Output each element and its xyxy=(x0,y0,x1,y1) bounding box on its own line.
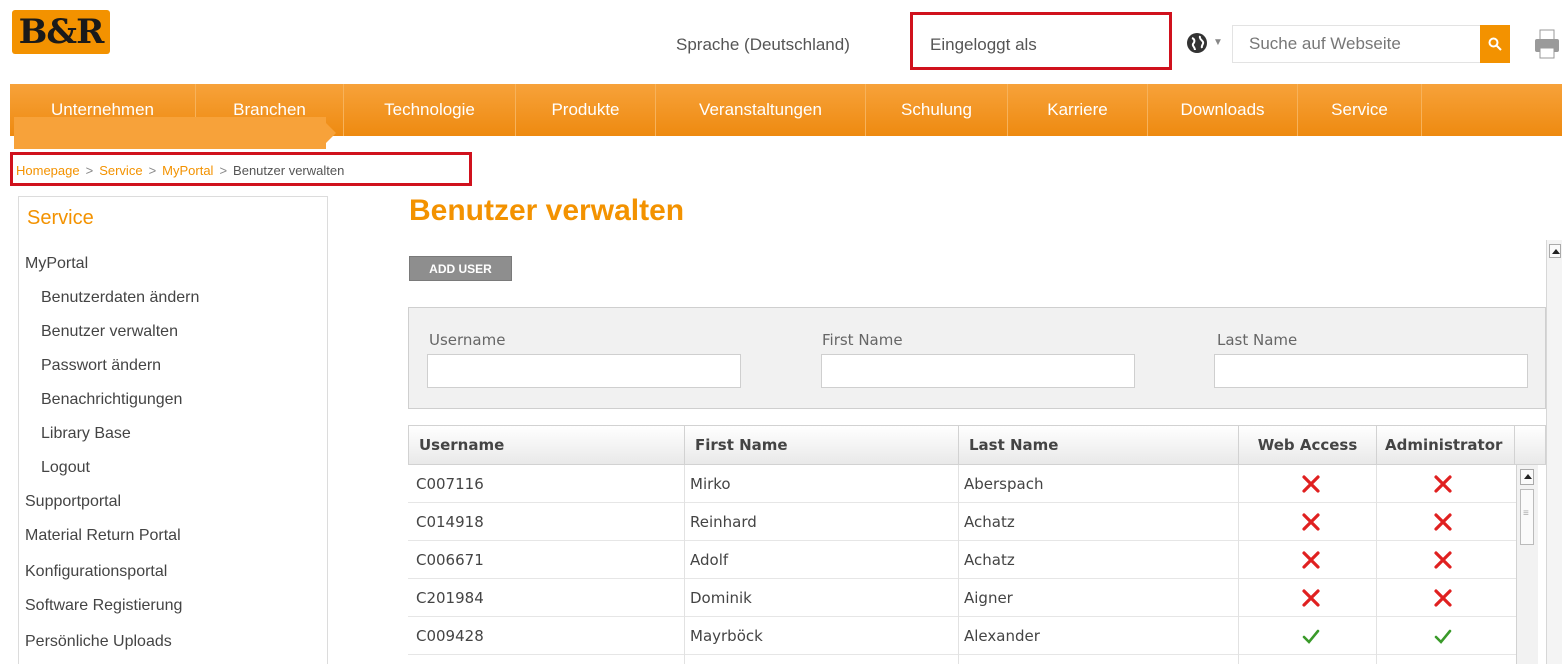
administrator-check-icon[interactable] xyxy=(1433,626,1453,646)
table-scroll-thumb[interactable] xyxy=(1520,489,1534,545)
breadcrumb-homepage[interactable]: Homepage xyxy=(16,163,80,178)
site-header: B&R Sprache (Deutschland) Eingeloggt als… xyxy=(0,0,1562,84)
nav-item-technologie[interactable]: Technologie xyxy=(344,84,516,136)
username-cell: C014918 xyxy=(416,513,484,531)
chevron-down-icon[interactable]: ▼ xyxy=(1213,37,1223,48)
first-name-cell: Mirko xyxy=(690,475,731,493)
table-scrollbar[interactable] xyxy=(1516,465,1538,664)
breadcrumb-separator: > xyxy=(219,163,228,178)
last-name-cell: Achatz xyxy=(964,513,1015,531)
table-scroll-up-arrow-icon[interactable] xyxy=(1520,469,1534,485)
column-header-first-name[interactable]: First Name xyxy=(685,426,959,464)
column-divider xyxy=(684,465,685,664)
sidebar-active-indicator xyxy=(14,117,336,149)
first-name-cell: Adolf xyxy=(690,551,729,569)
sidebar-item-myportal[interactable]: MyPortal xyxy=(25,255,88,273)
nav-item-veranstaltungen[interactable]: Veranstaltungen xyxy=(656,84,866,136)
sidebar-item-benachrichtigungen[interactable]: Benachrichtigungen xyxy=(41,391,182,409)
nav-item-service[interactable]: Service xyxy=(1298,84,1422,136)
username-cell: C006671 xyxy=(416,551,484,569)
username-filter-label: Username xyxy=(429,331,506,349)
sidebar-item-konfigurationsportal[interactable]: Konfigurationsportal xyxy=(25,563,167,581)
company-logo[interactable]: B&R xyxy=(12,10,110,54)
breadcrumb: Homepage > Service > MyPortal > Benutzer verwa… xyxy=(16,163,344,178)
breadcrumb-service[interactable]: Service xyxy=(99,163,142,178)
username-cell: C201984 xyxy=(416,589,484,607)
administrator-cross-icon[interactable] xyxy=(1433,474,1453,494)
lastname-filter-input[interactable] xyxy=(1214,354,1528,388)
sidebar-title[interactable]: Service xyxy=(27,207,94,230)
column-divider xyxy=(1376,465,1377,664)
username-filter-input[interactable] xyxy=(427,354,741,388)
username-cell: C007116 xyxy=(416,475,484,493)
sidebar-item-persoenliche-uploads[interactable]: Persönliche Uploads xyxy=(25,633,172,651)
last-name-cell: Aberspach xyxy=(964,475,1044,493)
column-header-username[interactable]: Username xyxy=(409,426,685,464)
nav-item-schulung[interactable]: Schulung xyxy=(866,84,1008,136)
sidebar-item-benutzer-verwalten[interactable]: Benutzer verwalten xyxy=(41,323,178,341)
search-button[interactable] xyxy=(1480,25,1510,63)
site-search-input[interactable] xyxy=(1232,25,1480,63)
sidebar-item-passwort-aendern[interactable]: Passwort ändern xyxy=(41,357,161,375)
administrator-cross-icon[interactable] xyxy=(1433,550,1453,570)
column-header-web-access[interactable]: Web Access xyxy=(1239,426,1377,464)
sidebar-item-logout[interactable]: Logout xyxy=(41,459,90,477)
web-access-check-icon[interactable] xyxy=(1301,626,1321,646)
web-access-cross-icon[interactable] xyxy=(1301,474,1321,494)
administrator-cross-icon[interactable] xyxy=(1433,512,1453,532)
web-access-cross-icon[interactable] xyxy=(1301,588,1321,608)
administrator-cross-icon[interactable] xyxy=(1433,588,1453,608)
sidebar: Service MyPortal Benutzerdaten ändern Be… xyxy=(18,196,328,664)
last-name-cell: Alexander xyxy=(964,627,1040,645)
breadcrumb-myportal[interactable]: MyPortal xyxy=(162,163,213,178)
sidebar-item-benutzerdaten-aendern[interactable]: Benutzerdaten ändern xyxy=(41,289,199,307)
page-title: Benutzer verwalten xyxy=(409,194,685,227)
lastname-filter-label: Last Name xyxy=(1217,331,1298,349)
table-row[interactable]: C007116 Mirko Aberspach xyxy=(408,465,1516,503)
first-name-cell: Dominik xyxy=(690,589,752,607)
firstname-filter-input[interactable] xyxy=(821,354,1135,388)
logo-text: B&R xyxy=(18,12,105,52)
web-access-cross-icon[interactable] xyxy=(1301,512,1321,532)
column-divider xyxy=(1238,465,1239,664)
login-status[interactable]: Eingeloggt als xyxy=(930,35,1037,55)
sidebar-item-software-registierung[interactable]: Software Registierung xyxy=(25,597,182,615)
column-divider xyxy=(958,465,959,664)
globe-icon[interactable] xyxy=(1186,32,1208,54)
table-row[interactable]: C201984 Dominik Aigner xyxy=(408,579,1516,617)
print-icon[interactable] xyxy=(1534,28,1560,62)
search-icon xyxy=(1488,37,1502,51)
username-cell: C009428 xyxy=(416,627,484,645)
table-row[interactable]: C006671 Adolf Achatz xyxy=(408,541,1516,579)
first-name-cell: Mayrböck xyxy=(690,627,763,645)
table-row[interactable]: C014918 Reinhard Achatz xyxy=(408,503,1516,541)
sidebar-item-supportportal[interactable]: Supportportal xyxy=(25,493,121,511)
users-table-header: Username First Name Last Name Web Access… xyxy=(408,425,1546,465)
table-row[interactable]: C009428 Mayrböck Alexander xyxy=(408,617,1516,655)
sidebar-item-material-return-portal[interactable]: Material Return Portal xyxy=(25,527,181,545)
page-scrollbar[interactable] xyxy=(1546,240,1562,664)
nav-item-downloads[interactable]: Downloads xyxy=(1148,84,1298,136)
nav-item-karriere[interactable]: Karriere xyxy=(1008,84,1148,136)
filter-panel: Username First Name Last Name xyxy=(408,307,1546,409)
sidebar-item-library-base[interactable]: Library Base xyxy=(41,425,131,443)
scroll-up-arrow-icon[interactable] xyxy=(1549,244,1561,258)
breadcrumb-separator: > xyxy=(85,163,94,178)
column-header-administrator[interactable]: Administrator xyxy=(1377,426,1515,464)
web-access-cross-icon[interactable] xyxy=(1301,550,1321,570)
language-selector[interactable]: Sprache (Deutschland) xyxy=(676,35,850,55)
breadcrumb-current: Benutzer verwalten xyxy=(233,163,345,178)
add-user-button[interactable]: ADD USER xyxy=(409,256,512,281)
column-header-last-name[interactable]: Last Name xyxy=(959,426,1239,464)
last-name-cell: Achatz xyxy=(964,551,1015,569)
first-name-cell: Reinhard xyxy=(690,513,757,531)
nav-item-produkte[interactable]: Produkte xyxy=(516,84,656,136)
last-name-cell: Aigner xyxy=(964,589,1013,607)
breadcrumb-separator: > xyxy=(148,163,157,178)
firstname-filter-label: First Name xyxy=(822,331,903,349)
